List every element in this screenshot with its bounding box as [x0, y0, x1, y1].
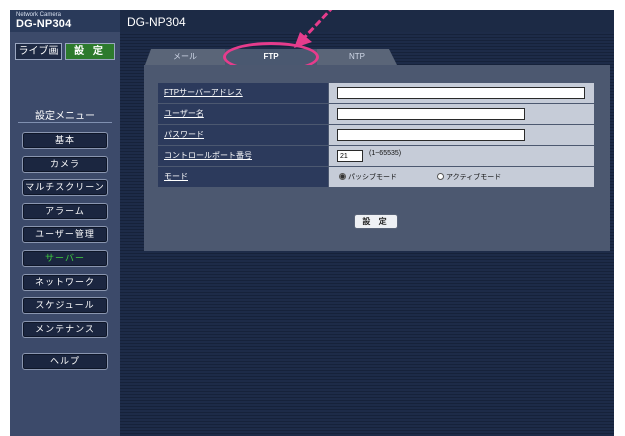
sidebar-item-camera[interactable]: カメラ	[22, 156, 108, 173]
app-window: Network Camera DG-NP304 DG-NP304 ライブ画 設 …	[10, 10, 614, 436]
ftp-server-cell	[329, 83, 594, 103]
radio-selected-icon	[339, 173, 346, 180]
mode-active-radio[interactable]: アクティブモード	[437, 172, 501, 182]
username-label[interactable]: ユーザー名	[158, 104, 328, 124]
ftp-server-input[interactable]	[337, 87, 585, 99]
sidebar-item-alarm[interactable]: アラーム	[22, 203, 108, 220]
mode-passive-label: パッシブモード	[348, 174, 397, 181]
table-row: ユーザー名	[158, 104, 594, 125]
password-label[interactable]: パスワード	[158, 125, 328, 145]
mode-active-label: アクティブモード	[446, 174, 502, 181]
menu-divider	[18, 122, 112, 123]
sidebar-item-user-management[interactable]: ユーザー管理	[22, 226, 108, 243]
pointer-arrow-icon	[294, 10, 333, 48]
sidebar-item-help[interactable]: ヘルプ	[22, 353, 108, 370]
mode-cell: パッシブモード アクティブモード	[329, 167, 594, 187]
sidebar-item-multiscreen[interactable]: マルチスクリーン	[22, 179, 108, 196]
model-name-title: DG-NP304	[127, 15, 186, 29]
tab-mail[interactable]: メール	[145, 49, 225, 65]
live-view-button[interactable]: ライブ画	[15, 43, 62, 60]
control-port-input[interactable]	[337, 150, 363, 162]
main-content: メール FTP NTP FTPサーバーアドレス ユーザー名 パスワード コントロ…	[120, 32, 614, 436]
save-button[interactable]: 設 定	[354, 214, 398, 229]
sidebar-item-network[interactable]: ネットワーク	[22, 274, 108, 291]
control-port-label[interactable]: コントロールポート番号	[158, 146, 328, 166]
radio-unselected-icon	[437, 173, 444, 180]
sidebar-item-maintenance[interactable]: メンテナンス	[22, 321, 108, 338]
setup-button[interactable]: 設 定	[65, 43, 115, 60]
sidebar: ライブ画 設 定 設定メニュー 基本 カメラ マルチスクリーン アラーム ユーザ…	[10, 32, 120, 436]
table-row: コントロールポート番号 (1~65535)	[158, 146, 594, 167]
sidebar-item-schedule[interactable]: スケジュール	[22, 297, 108, 314]
password-input[interactable]	[337, 129, 525, 141]
sidebar-item-basic[interactable]: 基本	[22, 132, 108, 149]
ftp-settings-panel: FTPサーバーアドレス ユーザー名 パスワード コントロールポート番号 21 (…	[144, 65, 610, 251]
control-port-range: (1~65535)	[369, 150, 402, 157]
mode-switch: ライブ画 設 定	[15, 43, 115, 60]
password-cell	[329, 125, 594, 145]
model-name-left: DG-NP304	[16, 18, 72, 30]
menu-title: 設定メニュー	[35, 111, 95, 122]
username-input[interactable]	[337, 108, 525, 120]
control-port-cell: (1~65535)	[329, 146, 594, 166]
table-row: FTPサーバーアドレス	[158, 83, 594, 104]
settings-table: FTPサーバーアドレス ユーザー名 パスワード コントロールポート番号 21 (…	[158, 83, 594, 188]
table-row: モード パッシブモード アクティブモード	[158, 167, 594, 188]
sidebar-item-server[interactable]: サーバー	[22, 250, 108, 267]
table-row: パスワード	[158, 125, 594, 146]
header-brand-area: Network Camera DG-NP304	[10, 10, 120, 32]
mode-label[interactable]: モード	[158, 167, 328, 187]
username-cell	[329, 104, 594, 124]
mode-passive-radio[interactable]: パッシブモード	[339, 172, 397, 182]
ftp-server-label[interactable]: FTPサーバーアドレス	[158, 83, 328, 103]
